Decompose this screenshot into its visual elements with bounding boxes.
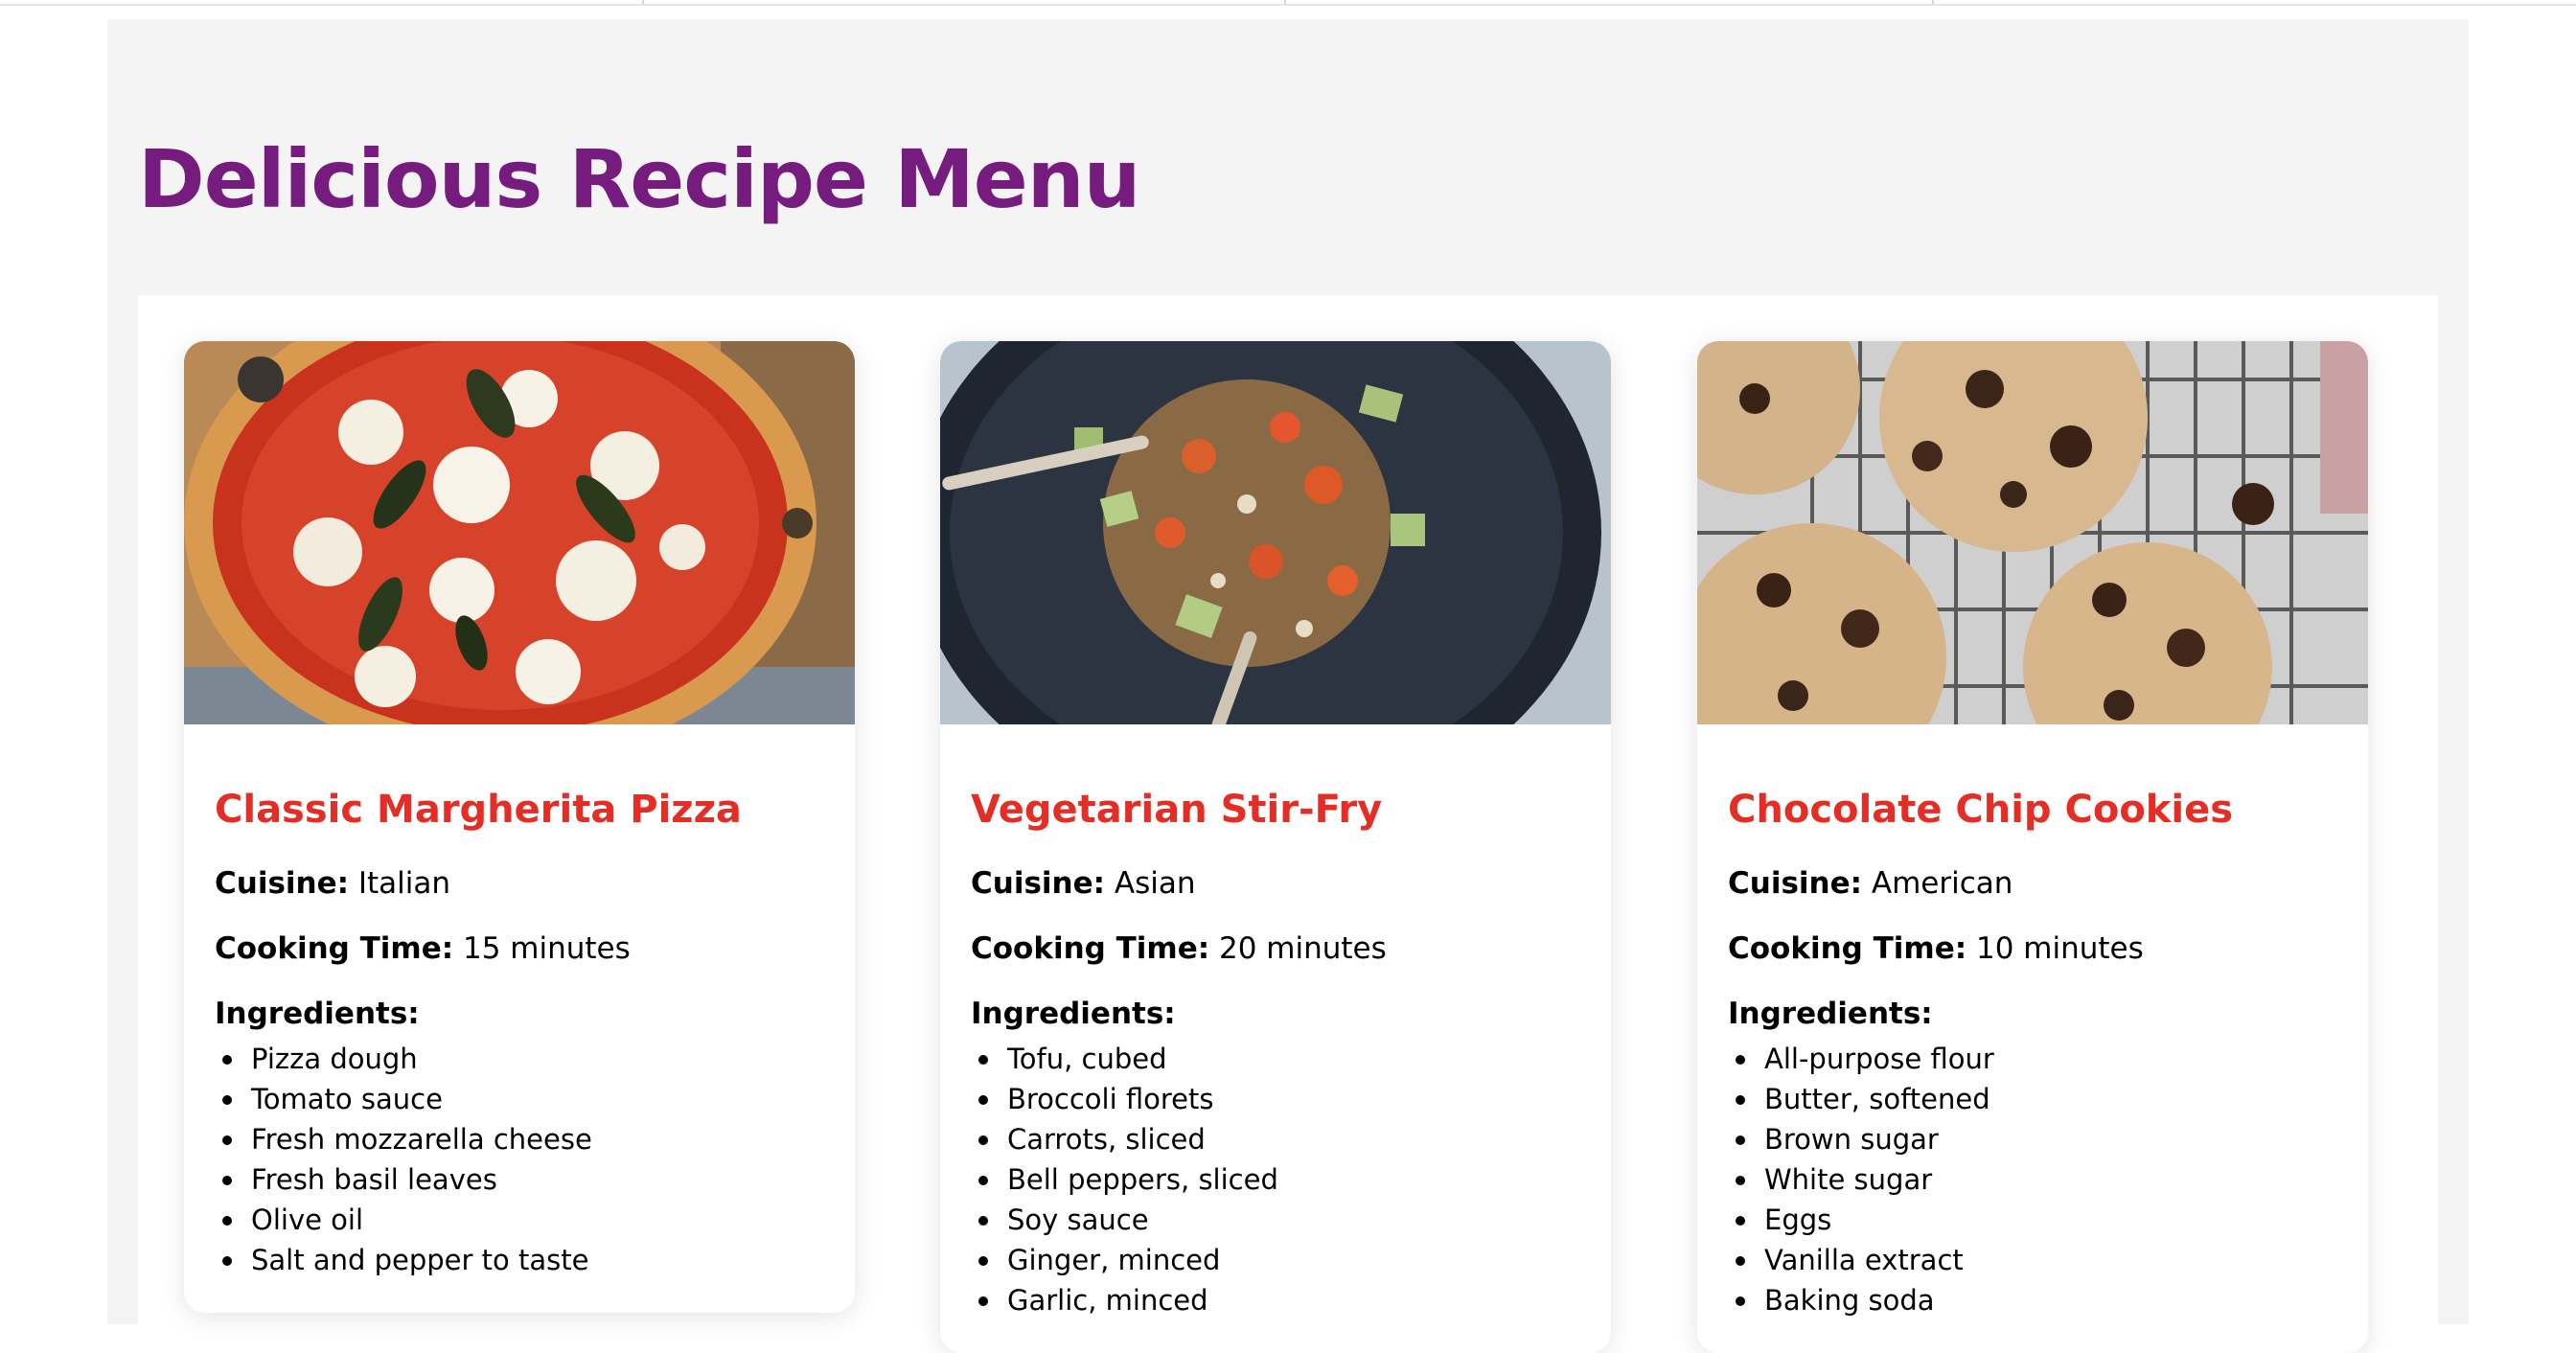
cooking-time-line: Cooking Time: 15 minutes <box>215 929 824 968</box>
ingredient-item: Bell peppers, sliced <box>971 1159 1580 1200</box>
ingredient-item: White sugar <box>1728 1159 2337 1200</box>
ingredient-item: Tofu, cubed <box>971 1039 1580 1079</box>
stir-fry-photo <box>940 341 1611 724</box>
cuisine-line: Cuisine: American <box>1728 864 2337 903</box>
cuisine-value: Italian <box>357 866 451 901</box>
recipe-title: Classic Margherita Pizza <box>215 788 742 832</box>
cooking-time-label: Cooking Time: <box>215 931 454 966</box>
cuisine-line: Cuisine: Asian <box>971 864 1580 903</box>
cuisine-label: Cuisine: <box>971 866 1106 901</box>
ingredient-item: Baking soda <box>1728 1280 2337 1320</box>
ingredient-item: Pizza dough <box>215 1039 824 1079</box>
recipe-title: Chocolate Chip Cookies <box>1728 788 2234 832</box>
ingredient-item: Olive oil <box>215 1200 824 1240</box>
cooking-time-line: Cooking Time: 20 minutes <box>971 929 1580 968</box>
tab-divider <box>1284 0 1286 5</box>
ingredients-heading: Ingredients: <box>971 997 1176 1031</box>
ingredient-item: All-purpose flour <box>1728 1039 2337 1079</box>
ingredient-item: Tomato sauce <box>215 1079 824 1119</box>
ingredients-list: Pizza dough Tomato sauce Fresh mozzarell… <box>215 1039 824 1280</box>
cuisine-line: Cuisine: Italian <box>215 864 824 903</box>
cooking-time-value: 10 minutes <box>1976 931 2144 966</box>
cooking-time-line: Cooking Time: 10 minutes <box>1728 929 2337 968</box>
ingredient-item: Eggs <box>1728 1200 2337 1240</box>
cooking-time-label: Cooking Time: <box>971 931 1210 966</box>
recipe-details: Vegetarian Stir-Fry Cuisine: Asian Cooki… <box>940 724 1611 1353</box>
ingredients-list: Tofu, cubed Broccoli florets Carrots, sl… <box>971 1039 1580 1320</box>
stir-fry-image <box>940 341 1611 724</box>
recipe-details: Classic Margherita Pizza Cuisine: Italia… <box>184 724 855 1313</box>
recipe-details: Chocolate Chip Cookies Cuisine: American… <box>1697 724 2368 1353</box>
ingredient-item: Broccoli florets <box>971 1079 1580 1119</box>
ingredient-item: Garlic, minced <box>971 1280 1580 1320</box>
cuisine-value: Asian <box>1114 866 1196 901</box>
recipe-card-chocolate-chip-cookies: Chocolate Chip Cookies Cuisine: American… <box>1697 341 2368 1353</box>
cooking-time-label: Cooking Time: <box>1728 931 1967 966</box>
ingredient-item: Butter, softened <box>1728 1079 2337 1119</box>
pizza-photo <box>184 341 855 724</box>
tab-divider <box>642 0 644 5</box>
cooking-time-value: 15 minutes <box>463 931 631 966</box>
ingredients-heading: Ingredients: <box>215 997 420 1031</box>
recipe-card-margherita-pizza: Classic Margherita Pizza Cuisine: Italia… <box>184 341 855 1313</box>
ingredient-item: Fresh basil leaves <box>215 1159 824 1200</box>
recipe-menu: Classic Margherita Pizza Cuisine: Italia… <box>138 295 2438 1353</box>
recipe-title: Vegetarian Stir-Fry <box>971 788 1383 832</box>
ingredient-item: Vanilla extract <box>1728 1240 2337 1280</box>
ingredient-item: Soy sauce <box>971 1200 1580 1240</box>
recipe-page: Delicious Recipe Menu Classic Margherita… <box>107 19 2469 1353</box>
cookies-photo <box>1697 341 2368 724</box>
cuisine-label: Cuisine: <box>215 866 350 901</box>
cooking-time-value: 20 minutes <box>1219 931 1387 966</box>
page-title: Delicious Recipe Menu <box>138 132 1140 226</box>
ingredient-item: Brown sugar <box>1728 1119 2337 1159</box>
cuisine-label: Cuisine: <box>1728 866 1863 901</box>
chocolate-chip-cookies-image <box>1697 341 2368 724</box>
ingredient-item: Ginger, minced <box>971 1240 1580 1280</box>
margherita-pizza-image <box>184 341 855 724</box>
ingredients-heading: Ingredients: <box>1728 997 1933 1031</box>
ingredient-item: Fresh mozzarella cheese <box>215 1119 824 1159</box>
cuisine-value: American <box>1871 866 2013 901</box>
ingredient-item: Carrots, sliced <box>971 1119 1580 1159</box>
tab-divider <box>1932 0 1934 5</box>
recipe-card-vegetarian-stir-fry: Vegetarian Stir-Fry Cuisine: Asian Cooki… <box>940 341 1611 1353</box>
ingredient-item: Salt and pepper to taste <box>215 1240 824 1280</box>
ingredients-list: All-purpose flour Butter, softened Brown… <box>1728 1039 2337 1320</box>
browser-top-strip <box>0 0 2576 6</box>
